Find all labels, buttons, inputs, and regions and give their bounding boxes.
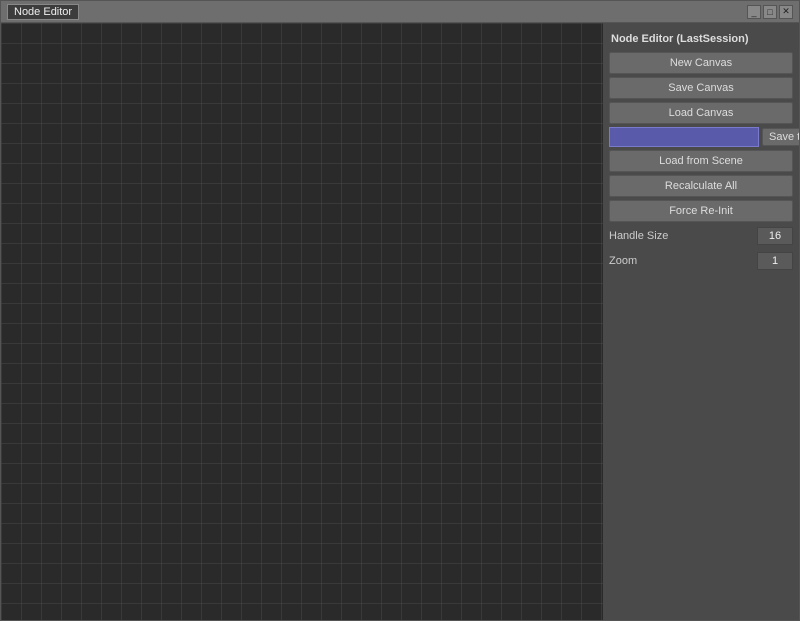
sidebar: Node Editor (LastSession) New Canvas Sav…: [603, 23, 799, 620]
save-canvas-button[interactable]: Save Canvas: [609, 77, 793, 99]
zoom-label: Zoom: [609, 255, 757, 267]
recalculate-all-button[interactable]: Recalculate All: [609, 175, 793, 197]
save-to-scene-input[interactable]: [609, 127, 759, 147]
save-to-scene-row: Save to Scene: [609, 127, 793, 147]
canvas-area[interactable]: [1, 23, 603, 620]
handle-size-label: Handle Size: [609, 230, 757, 242]
sidebar-title: Node Editor (LastSession): [609, 29, 793, 49]
handle-size-input[interactable]: [757, 227, 793, 245]
canvas-grid: [1, 23, 603, 620]
handle-size-row: Handle Size: [609, 225, 793, 247]
new-canvas-button[interactable]: New Canvas: [609, 52, 793, 74]
zoom-row: Zoom: [609, 250, 793, 272]
content-area: Node Editor (LastSession) New Canvas Sav…: [1, 23, 799, 620]
maximize-button[interactable]: □: [763, 5, 777, 19]
minimize-button[interactable]: _: [747, 5, 761, 19]
node-editor-window: Node Editor _ □ ✕ Node Editor (LastSessi…: [0, 0, 800, 621]
load-from-scene-button[interactable]: Load from Scene: [609, 150, 793, 172]
title-bar: Node Editor _ □ ✕: [1, 1, 799, 23]
window-title-label: Node Editor: [7, 4, 79, 20]
force-re-init-button[interactable]: Force Re-Init: [609, 200, 793, 222]
window-controls: _ □ ✕: [747, 5, 793, 19]
close-button[interactable]: ✕: [779, 5, 793, 19]
save-to-scene-button[interactable]: Save to Scene: [762, 128, 799, 146]
load-canvas-button[interactable]: Load Canvas: [609, 102, 793, 124]
zoom-input[interactable]: [757, 252, 793, 270]
